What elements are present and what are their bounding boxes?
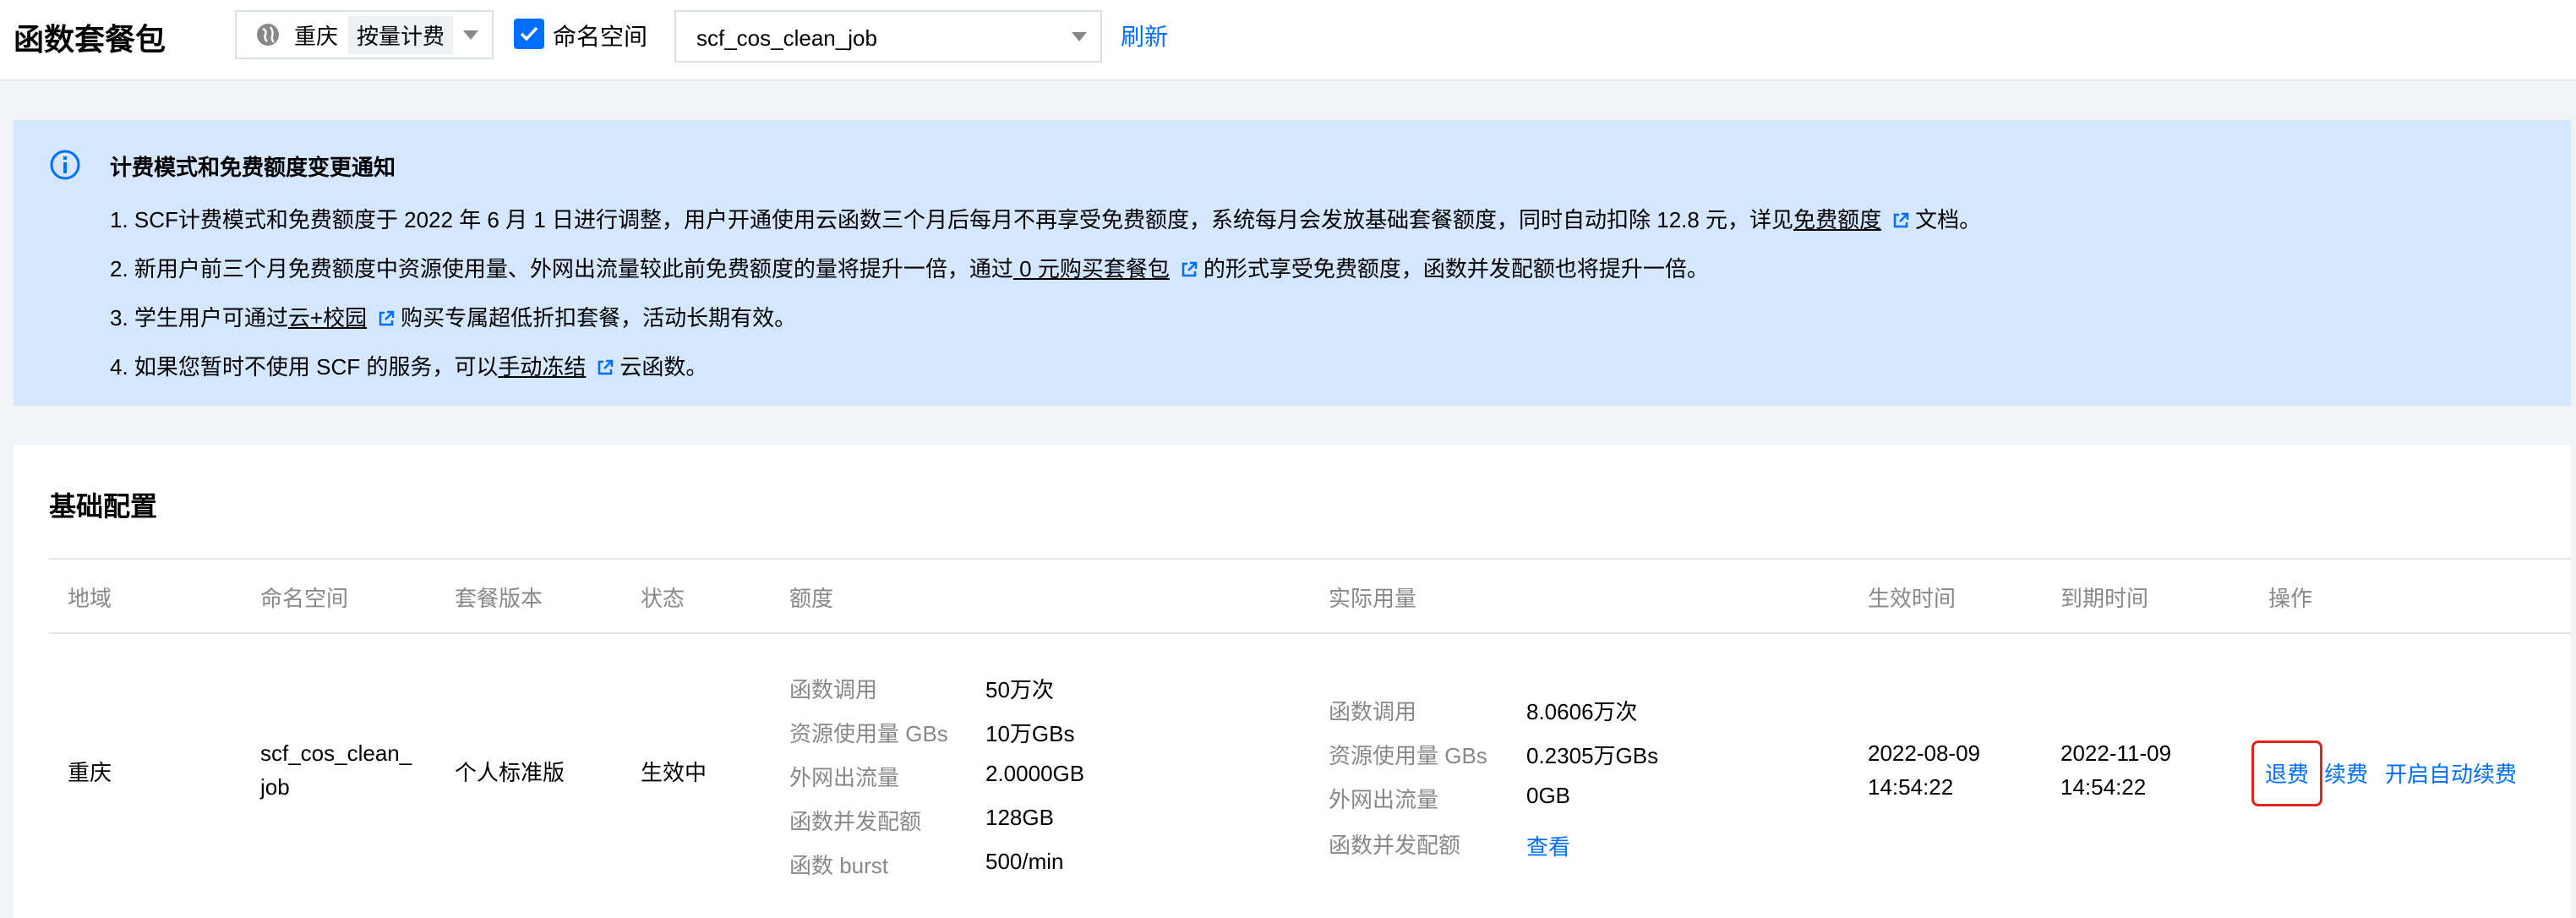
buy-package-link[interactable]: 0 元购买套餐包 [1013, 256, 1170, 281]
quota-label: 外网出流量 [789, 765, 900, 790]
usage-label: 函数并发配额 [1329, 833, 1461, 858]
namespace-select[interactable]: scf_cos_clean_job [674, 10, 1102, 63]
auto-renew-button[interactable]: 开启自动续费 [2385, 757, 2517, 789]
basic-config-card: 基础配置 地域 命名空间 套餐版本 状态 额度 实际用量 生效时间 到期时间 操… [14, 445, 2571, 918]
page-title: 函数套餐包 [14, 22, 166, 57]
top-bar: 函数套餐包 重庆 按量计费 命名空间 scf_cos_clean_job 刷新 [0, 0, 2576, 81]
external-link-icon [379, 310, 395, 326]
namespace-value: scf_cos_clean_job [696, 25, 877, 51]
namespace-label: 命名空间 [553, 24, 648, 50]
table-header: 地域 命名空间 套餐版本 状态 额度 实际用量 生效时间 到期时间 操作 [49, 558, 2571, 634]
usage-value: 8.0606万次 [1526, 699, 1638, 724]
usage-value: 0GB [1526, 783, 1571, 808]
col-start-time: 生效时间 [1868, 586, 1957, 611]
globe-icon [257, 24, 279, 46]
info-icon [50, 150, 80, 180]
col-quota: 额度 [789, 586, 834, 611]
refresh-link[interactable]: 刷新 [1121, 19, 1168, 52]
notice-title: 计费模式和免费额度变更通知 [110, 155, 396, 180]
quota-label: 资源使用量 GBs [789, 721, 948, 746]
campus-link[interactable]: 云+校园 [288, 305, 367, 331]
col-region: 地域 [68, 586, 112, 611]
start-date: 2022-08-09 [1868, 740, 1980, 766]
billing-mode-tag: 按量计费 [348, 15, 454, 54]
col-actions: 操作 [2268, 586, 2313, 611]
usage-value: 0.2305万GBs [1526, 743, 1659, 768]
col-status: 状态 [641, 586, 685, 611]
renew-button[interactable]: 续费 [2317, 757, 2368, 789]
quota-label: 函数 burst [789, 853, 889, 878]
end-date: 2022-11-09 [2060, 740, 2172, 766]
quota-value: 10万GBs [985, 721, 1075, 746]
check-icon [520, 26, 538, 41]
notice-line-2: 2. 新用户前三个月免费额度中资源使用量、外网出流量较此前免费额度的量将提升一倍… [110, 256, 1709, 281]
row-region: 重庆 [68, 760, 112, 785]
notice-line-1: 1. SCF计费模式和免费额度于 2022 年 6 月 1 日进行调整，用户开通… [110, 207, 1982, 232]
quota-value: 500/min [985, 849, 1064, 874]
external-link-icon [598, 359, 614, 375]
usage-label: 资源使用量 GBs [1329, 743, 1487, 768]
quota-value: 50万次 [985, 677, 1054, 702]
card-title: 基础配置 [49, 491, 158, 522]
usage-label: 函数调用 [1329, 699, 1417, 724]
end-time: 14:54:22 [2060, 774, 2147, 800]
view-concurrency-link[interactable]: 查看 [1526, 830, 1570, 861]
col-namespace: 命名空间 [260, 586, 349, 611]
col-version: 套餐版本 [455, 586, 543, 611]
usage-label: 外网出流量 [1329, 787, 1439, 812]
notice-line-4: 4. 如果您暂时不使用 SCF 的服务，可以手动冻结 云函数。 [110, 354, 708, 380]
refund-button[interactable]: 退费 [2265, 757, 2309, 789]
quota-label: 函数并发配额 [789, 809, 922, 834]
col-end-time: 到期时间 [2060, 586, 2149, 611]
col-usage: 实际用量 [1329, 586, 1417, 611]
row-version: 个人标准版 [455, 760, 565, 785]
namespace-checkbox[interactable] [514, 19, 544, 49]
row-namespace-line1: scf_cos_clean_ [260, 740, 412, 766]
row-namespace-line2: job [260, 774, 290, 800]
notice-line-3: 3. 学生用户可通过云+校园 购买专属超低折扣套餐，活动长期有效。 [110, 305, 797, 331]
external-link-icon [1893, 212, 1909, 228]
free-quota-link[interactable]: 免费额度 [1793, 207, 1881, 232]
chevron-down-icon [463, 30, 478, 40]
quota-value: 2.0000GB [985, 761, 1085, 786]
freeze-link[interactable]: 手动冻结 [498, 354, 586, 380]
notice-banner: 计费模式和免费额度变更通知 1. SCF计费模式和免费额度于 2022 年 6 … [14, 120, 2571, 406]
quota-label: 函数调用 [789, 677, 878, 702]
row-status: 生效中 [641, 760, 707, 785]
region-name: 重庆 [294, 23, 339, 49]
quota-value: 128GB [985, 805, 1054, 830]
start-time: 14:54:22 [1868, 774, 1954, 800]
external-link-icon [1182, 261, 1198, 277]
chevron-down-icon [1072, 32, 1087, 41]
region-select[interactable]: 重庆 按量计费 [235, 10, 494, 59]
